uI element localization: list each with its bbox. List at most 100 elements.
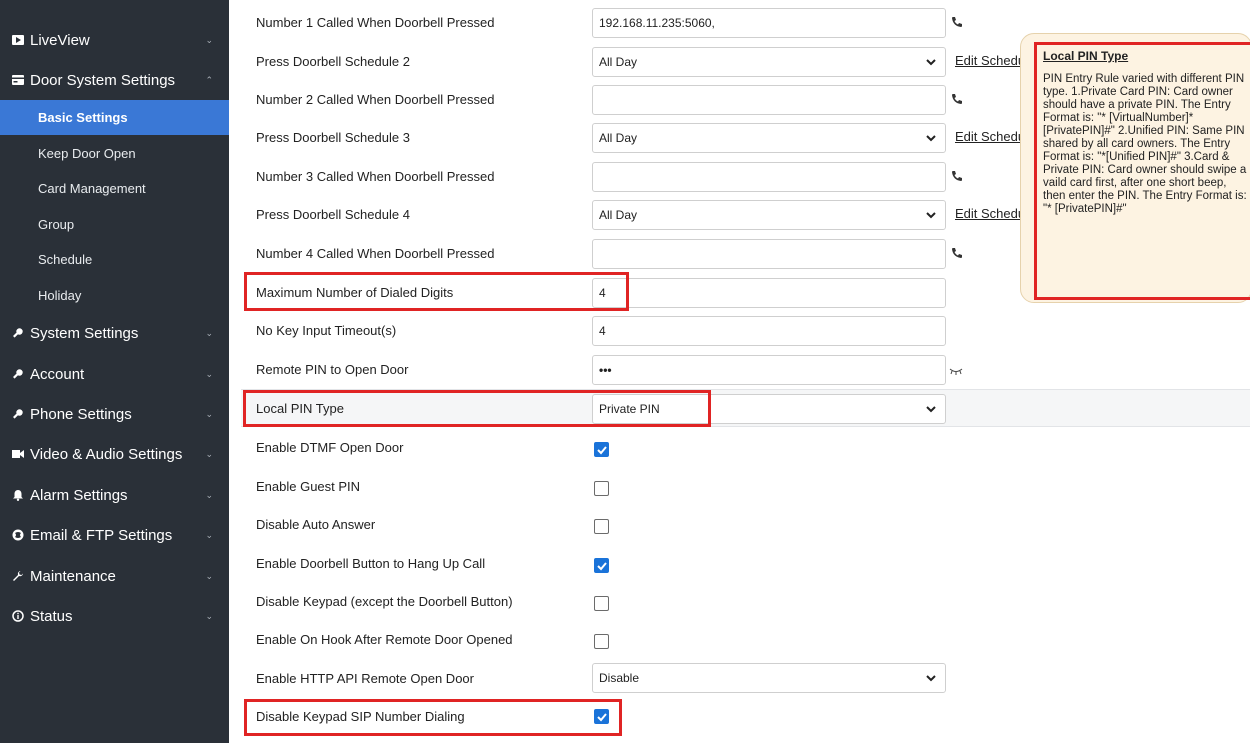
nav-account[interactable]: Account ⌄ [0, 354, 229, 394]
tooltip-title: Local PIN Type [1043, 49, 1129, 63]
sidebar-item-card-management[interactable]: Card Management [0, 171, 229, 206]
key-input-timeout-input[interactable]: 4 [592, 316, 946, 346]
field-label: Press Doorbell Schedule 2 [256, 53, 410, 69]
phone-icon[interactable] [951, 16, 963, 28]
key-icon [12, 408, 24, 420]
field-label: Remote PIN to Open Door [256, 361, 409, 377]
info-icon [12, 610, 24, 622]
sidebar-item-holiday[interactable]: Holiday [0, 278, 229, 313]
field-label: Press Doorbell Schedule 4 [256, 206, 410, 222]
chevron-down-icon [926, 675, 936, 682]
form-row-guest-pin: Enable Guest PIN [241, 467, 1250, 505]
form-row-key-input-timeout: No Key Input Timeout(s) 4 [241, 311, 1250, 349]
select-value: Private PIN [599, 402, 660, 416]
nav-video-audio-settings[interactable]: Video & Audio Settings ⌄ [0, 434, 229, 474]
on-hook-checkbox[interactable] [594, 634, 609, 649]
nav-alarm-settings[interactable]: Alarm Settings ⌄ [0, 475, 229, 515]
chevron-down-icon [926, 59, 936, 66]
guest-pin-checkbox[interactable] [594, 481, 609, 496]
local-pin-type-select[interactable]: Private PIN [592, 394, 946, 424]
chevron-up-icon: ⌃ [205, 74, 213, 85]
tooltip-body: PIN Entry Rule varied with different PIN… [1043, 73, 1247, 215]
nav-label: Alarm Settings [30, 486, 128, 504]
sidebar-item-basic-settings[interactable]: Basic Settings [0, 100, 229, 135]
phone-icon[interactable] [951, 247, 963, 259]
bell-icon [12, 489, 24, 501]
disable-keypad-checkbox[interactable] [594, 596, 609, 611]
play-icon [12, 34, 24, 46]
edit-schedule-link[interactable]: Edit Schedule [955, 129, 1021, 144]
edit-schedule-link[interactable]: Edit Schedule [955, 206, 1021, 221]
field-label: Number 4 Called When Doorbell Pressed [256, 245, 495, 261]
chevron-down-icon: ⌄ [205, 529, 213, 540]
key-icon [12, 327, 24, 339]
nav-system-settings[interactable]: System Settings ⌄ [0, 313, 229, 353]
phone-icon[interactable] [951, 170, 963, 182]
chevron-down-icon: ⌄ [205, 448, 213, 459]
field-label: Enable On Hook After Remote Door Opened [256, 631, 513, 647]
field-label: Enable Guest PIN [256, 478, 361, 494]
form-row-remote-pin: Remote PIN to Open Door ••• [241, 350, 1250, 388]
form-row-on-hook: Enable On Hook After Remote Door Opened [241, 620, 1250, 658]
nav-label: Door System Settings [30, 71, 176, 89]
nav-phone-settings[interactable]: Phone Settings ⌄ [0, 394, 229, 434]
number-4-input[interactable] [592, 239, 946, 269]
field-label: Disable Keypad SIP Number Dialing [256, 708, 465, 724]
nav-liveview[interactable]: LiveView ⌄ [0, 20, 229, 60]
field-label: Disable Auto Answer [256, 516, 376, 532]
nav-label: Maintenance [30, 567, 116, 585]
schedule-4-select[interactable]: All Day [592, 200, 946, 230]
schedule-2-select[interactable]: All Day [592, 47, 946, 77]
field-label: Disable Keypad (except the Doorbell Butt… [256, 593, 513, 609]
field-label: Number 1 Called When Doorbell Pressed [256, 14, 495, 30]
chevron-down-icon [926, 212, 936, 219]
select-value: All Day [599, 208, 638, 222]
field-label: Press Doorbell Schedule 3 [256, 129, 410, 145]
remote-pin-input[interactable]: ••• [592, 355, 946, 385]
nav-label: Video & Audio Settings [30, 445, 183, 463]
number-2-input[interactable] [592, 85, 946, 115]
doorbell-hang-up-checkbox[interactable] [594, 558, 609, 573]
sidebar-item-schedule[interactable]: Schedule [0, 242, 229, 277]
select-value: Disable [599, 671, 640, 685]
form-row-disable-keypad: Disable Keypad (except the Doorbell Butt… [241, 582, 1250, 620]
phone-icon[interactable] [951, 93, 963, 105]
eye-closed-icon[interactable] [949, 367, 963, 375]
field-label: Local PIN Type [256, 400, 344, 416]
form-row-disable-auto-answer: Disable Auto Answer [241, 505, 1250, 543]
key-icon [12, 368, 24, 380]
nav-maintenance[interactable]: Maintenance ⌄ [0, 556, 229, 596]
number-1-input[interactable]: 192.168.11.235:5060, [592, 8, 946, 38]
max-dialed-digits-input[interactable]: 4 [592, 278, 946, 308]
nav-label: Status [30, 607, 73, 625]
disable-auto-answer-checkbox[interactable] [594, 519, 609, 534]
nav-email-ftp-settings[interactable]: Email & FTP Settings ⌄ [0, 515, 229, 555]
chevron-down-icon: ⌄ [205, 570, 213, 581]
form-row-doorbell-hang-up: Enable Doorbell Button to Hang Up Call [241, 544, 1250, 582]
card-icon [12, 74, 24, 86]
edit-schedule-link[interactable]: Edit Schedule [955, 53, 1021, 68]
chevron-down-icon: ⌄ [205, 368, 213, 379]
form-row-http-api: Enable HTTP API Remote Open Door Disable [241, 659, 1250, 697]
nav-label: LiveView [30, 31, 90, 49]
field-label: Number 3 Called When Doorbell Pressed [256, 168, 495, 184]
nav-door-system-settings[interactable]: Door System Settings ⌃ [0, 60, 229, 100]
number-3-input[interactable] [592, 162, 946, 192]
http-api-select[interactable]: Disable [592, 663, 946, 693]
globe-icon [12, 529, 24, 541]
video-icon [12, 448, 24, 460]
chevron-down-icon: ⌄ [205, 327, 213, 338]
chevron-down-icon: ⌄ [205, 610, 213, 621]
field-label: No Key Input Timeout(s) [256, 322, 397, 338]
chevron-down-icon [926, 135, 936, 142]
dtmf-open-door-checkbox[interactable] [594, 442, 609, 457]
sidebar-item-keep-door-open[interactable]: Keep Door Open [0, 136, 229, 171]
form-row-sip-number-dialing: Disable Keypad SIP Number Dialing [241, 697, 1250, 735]
schedule-3-select[interactable]: All Day [592, 123, 946, 153]
wrench-icon [12, 570, 24, 582]
sip-number-dialing-checkbox[interactable] [594, 709, 609, 724]
sidebar-item-group[interactable]: Group [0, 207, 229, 242]
nav-status[interactable]: Status ⌄ [0, 596, 229, 636]
nav-label: System Settings [30, 324, 139, 342]
tooltip-content: Local PIN Type PIN Entry Rule varied wit… [1034, 42, 1250, 300]
